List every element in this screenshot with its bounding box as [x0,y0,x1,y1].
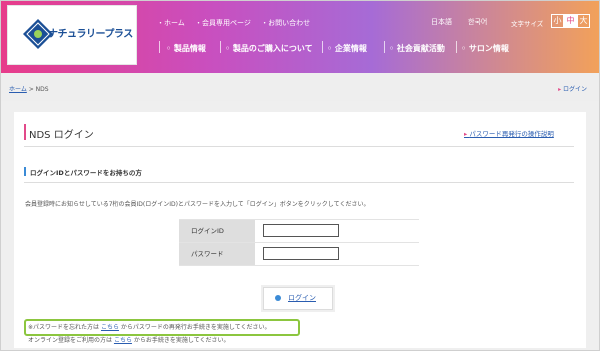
utility-links: ・ホーム ・会員専用ページ ・お問い合わせ [157,18,318,28]
password-reissue-guide-link[interactable]: ▸ パスワード再発行の操作説明 [464,128,554,138]
section-title: ログインIDとパスワードをお持ちの方 [30,169,142,177]
section-accent-bar [24,167,26,176]
forgot-password-link[interactable]: こちら [101,324,119,331]
site-logo[interactable]: ナチュラリープラス [7,5,137,65]
login-id-label: ログインID [179,220,255,242]
online-registration-link[interactable]: こちら [114,337,132,344]
font-size-medium-button[interactable]: 中 [564,14,577,28]
nav-company[interactable]: ◦ 企業情報 [327,43,367,54]
nav-divider [322,41,323,53]
password-input[interactable] [263,247,339,260]
language-japanese[interactable]: 日本語 [431,17,452,27]
password-row: パスワード [179,242,419,266]
breadcrumb: ホーム > NDS [9,86,49,93]
login-id-input[interactable] [263,224,339,237]
language-korean[interactable]: 한국어 [468,17,487,27]
nav-social[interactable]: ◦ 社会貢献活動 [389,43,445,54]
page-title: NDS ログイン [29,130,94,141]
login-form: ログインID パスワード [179,219,419,266]
header-login-link[interactable]: ログイン [558,84,587,93]
title-divider [24,146,574,147]
nav-salon[interactable]: ◦ サロン情報 [461,43,509,54]
nav-divider [220,41,221,53]
breadcrumb-current: NDS [35,86,49,93]
forgot-password-note: ※パスワードを忘れた方は こちら からパスワードの再発行お手続きを実施してくださ… [28,324,271,331]
title-accent-bar [24,124,26,140]
member-page-link[interactable]: ・会員専用ページ [195,19,251,27]
login-instructions: 会員登録時にお知らせしている7桁の会員ID(ログインID)とパスワードを入力して… [25,201,370,208]
page-frame: ナチュラリープラス ・ホーム ・会員専用ページ ・お問い合わせ 日本語 한국어 … [0,0,600,351]
nav-purchase[interactable]: ◦ 製品のご購入について [225,43,313,54]
site-header: ナチュラリープラス ・ホーム ・会員専用ページ ・お問い合わせ 日本語 한국어 … [1,1,599,73]
logo-text: ナチュラリープラス [48,29,133,40]
button-bullet-icon [275,295,281,301]
nav-products[interactable]: ◦ 製品情報 [166,43,206,54]
login-id-row: ログインID [179,219,419,242]
nav-divider [456,41,457,53]
login-button[interactable]: ログイン [263,287,333,310]
breadcrumb-home[interactable]: ホーム [9,86,27,93]
online-registration-note: オンライン登録をご利用の方は こちら からお手続きを実施してください。 [28,337,230,344]
nav-divider [159,41,160,53]
font-size-label: 文字サイズ [511,20,544,28]
nav-divider [384,41,385,53]
font-size-large-button[interactable]: 大 [577,14,590,28]
section-divider [24,182,574,183]
font-size-small-button[interactable]: 小 [551,14,564,28]
breadcrumb-bar: ホーム > NDS ログイン [1,73,599,101]
password-label: パスワード [179,243,255,265]
home-link[interactable]: ・ホーム [157,19,185,27]
contact-link[interactable]: ・お問い合わせ [261,19,310,27]
